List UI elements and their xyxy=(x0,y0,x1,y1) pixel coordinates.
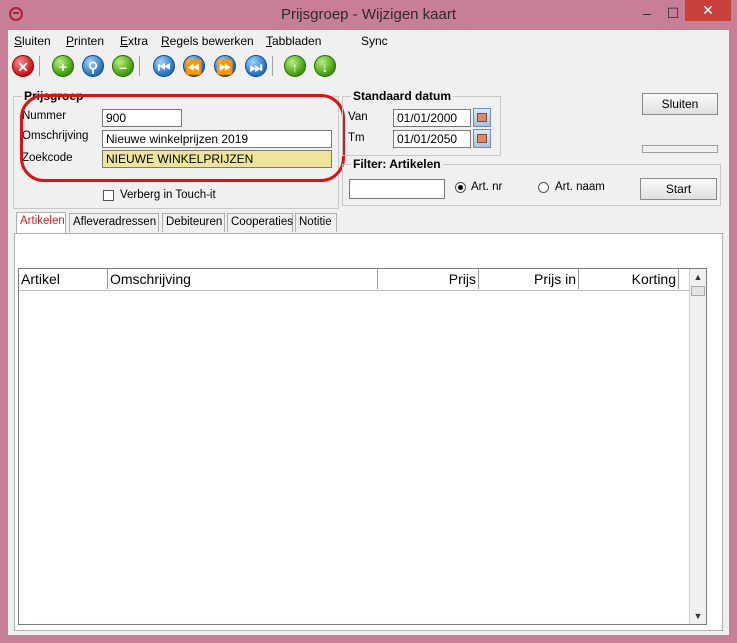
vertical-scrollbar[interactable]: ▲ ▼ xyxy=(689,269,706,624)
start-button[interactable]: Start xyxy=(640,178,717,200)
tab-afleveradressen[interactable]: Afleveradressen xyxy=(69,213,159,232)
previous-icon[interactable]: ⏪ xyxy=(183,55,205,77)
column-header-prijs-in[interactable]: Prijs in xyxy=(479,269,579,289)
filter-input[interactable] xyxy=(349,179,445,199)
close-window-button[interactable]: ✕ xyxy=(685,0,731,21)
prijsgroep-group-title: Prijsgroep xyxy=(22,89,86,103)
column-header-prijs[interactable]: Prijs xyxy=(378,269,479,289)
next-icon[interactable]: ⏩ xyxy=(214,55,236,77)
zoekcode-label: Zoekcode xyxy=(22,152,73,164)
column-header-artikel[interactable]: Artikel xyxy=(19,269,108,289)
column-header-omschrijving[interactable]: Omschrijving xyxy=(108,269,378,289)
client-area: Sluiten Printen Extra Regels bewerken Ta… xyxy=(8,30,729,635)
column-header-korting[interactable]: Korting xyxy=(579,269,679,289)
zoekcode-field[interactable]: NIEUWE WINKELPRIJZEN xyxy=(102,150,332,168)
progress-bar xyxy=(642,145,718,153)
toolbar-separator xyxy=(272,56,273,76)
artikelen-grid[interactable]: Artikel Omschrijving Prijs Prijs in Kort… xyxy=(18,268,707,625)
verberg-touchit-label: Verberg in Touch-it xyxy=(120,189,216,201)
application-window: Prijsgroep - Wijzigen kaart – ☐ ✕ Sluite… xyxy=(0,0,737,643)
tab-artikelen[interactable]: Artikelen xyxy=(16,212,66,233)
up-icon[interactable]: ↑ xyxy=(284,55,306,77)
tm-calendar-icon[interactable] xyxy=(473,129,491,148)
toolbar-separator xyxy=(39,56,40,76)
down-icon[interactable]: ↓ xyxy=(314,55,336,77)
tm-date-field[interactable]: 01/01/2050 xyxy=(393,130,471,148)
nummer-field[interactable]: 900 xyxy=(102,109,182,127)
van-date-field[interactable]: 01/01/2000 xyxy=(393,109,471,127)
sluiten-button[interactable]: Sluiten xyxy=(642,93,718,115)
grid-header: Artikel Omschrijving Prijs Prijs in Kort… xyxy=(19,269,690,291)
van-calendar-icon[interactable] xyxy=(473,108,491,127)
menu-printen[interactable]: Printen xyxy=(66,34,104,48)
minimize-icon[interactable]: – xyxy=(637,6,657,22)
menu-regels-bewerken[interactable]: Regels bewerken xyxy=(161,34,254,48)
art-nr-radio[interactable] xyxy=(455,182,466,193)
scroll-thumb[interactable] xyxy=(691,286,705,296)
delete-icon[interactable]: ✕ xyxy=(12,55,34,77)
verberg-touchit-checkbox[interactable] xyxy=(103,190,114,201)
tab-panel-artikelen: Artikel Omschrijving Prijs Prijs in Kort… xyxy=(14,233,723,631)
last-icon[interactable]: ⏭ xyxy=(245,55,267,77)
menu-sync[interactable]: Sync xyxy=(361,34,388,48)
van-label: Van xyxy=(348,111,368,123)
remove-icon[interactable]: – xyxy=(112,55,134,77)
first-icon[interactable]: ⏮ xyxy=(153,55,175,77)
menu-bar: Sluiten Printen Extra Regels bewerken Ta… xyxy=(8,30,729,52)
title-bar: Prijsgroep - Wijzigen kaart – ☐ ✕ xyxy=(0,0,737,30)
toolbar: ✕ + ⚲ – ⏮ ⏪ ⏩ ⏭ ↑ ↓ xyxy=(8,52,729,80)
menu-tabbladen[interactable]: Tabbladen xyxy=(266,34,321,48)
scroll-up-icon[interactable]: ▲ xyxy=(690,269,706,285)
search-icon[interactable]: ⚲ xyxy=(82,55,104,77)
omschrijving-field[interactable]: Nieuwe winkelprijzen 2019 xyxy=(102,130,332,148)
tab-notitie[interactable]: Notitie xyxy=(295,213,337,232)
menu-extra[interactable]: Extra xyxy=(120,34,148,48)
omschrijving-label: Omschrijving xyxy=(22,130,89,142)
standaard-datum-title: Standaard datum xyxy=(351,89,454,103)
toolbar-separator xyxy=(139,56,140,76)
tab-debiteuren[interactable]: Debiteuren xyxy=(162,213,225,232)
tab-cooperaties[interactable]: Cooperaties xyxy=(227,213,293,232)
menu-sluiten[interactable]: Sluiten xyxy=(14,34,51,48)
tm-label: Tm xyxy=(348,132,365,144)
nummer-label: Nummer xyxy=(22,110,67,122)
add-icon[interactable]: + xyxy=(52,55,74,77)
maximize-icon[interactable]: ☐ xyxy=(663,6,683,22)
window-title: Prijsgroep - Wijzigen kaart xyxy=(280,6,457,23)
filter-group-title: Filter: Artikelen xyxy=(351,157,443,171)
scroll-down-icon[interactable]: ▼ xyxy=(690,608,706,624)
art-naam-radio[interactable] xyxy=(538,182,549,193)
art-nr-label: Art. nr xyxy=(471,181,503,193)
art-naam-label: Art. naam xyxy=(555,181,605,193)
